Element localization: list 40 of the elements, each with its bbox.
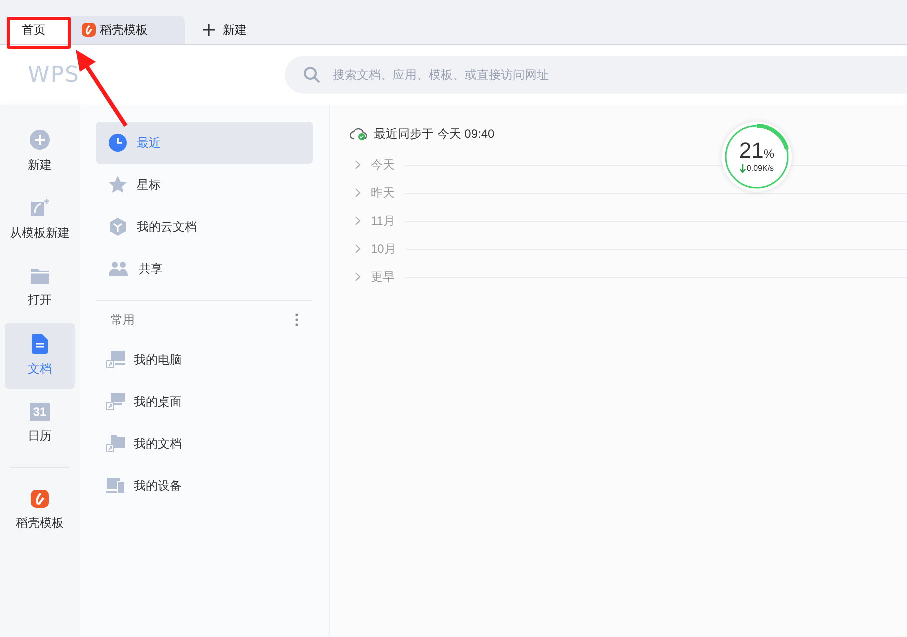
tab[interactable]: 稻壳模板 [70, 16, 185, 44]
nav-item[interactable]: 共享 [96, 248, 313, 290]
search-field[interactable]: 搜索文档、应用、模板、或直接访问网址 [285, 56, 907, 94]
folder-shortcut-icon [106, 435, 126, 453]
nav-item[interactable]: 我的桌面 [96, 381, 313, 423]
nav-item[interactable]: 我的电脑 [96, 339, 313, 381]
annotation-box [7, 17, 71, 49]
monitor-shortcut-icon [106, 351, 126, 369]
new-tab-button[interactable]: 新建 [203, 16, 247, 44]
cloud-check-icon [350, 127, 368, 141]
search-icon [303, 66, 321, 84]
devices-icon [106, 478, 126, 494]
people-icon [109, 261, 129, 277]
speed-value: 0.09K/s [746, 162, 774, 174]
star-icon [109, 176, 127, 194]
nav-item[interactable]: 我的云文档 [96, 206, 313, 248]
clock-icon [109, 134, 127, 152]
sidebar-item[interactable]: 从模板新建 [5, 187, 75, 253]
calendar-icon: 31 [30, 403, 50, 421]
desktop-shortcut-icon [106, 393, 126, 411]
more-icon [295, 313, 299, 327]
sync-status: 最近同步于 今天 09:40 [374, 126, 495, 143]
plus-circle-icon [30, 130, 50, 150]
sidebar-item[interactable]: 新建 [5, 119, 75, 185]
percent-value: 21 [739, 140, 764, 162]
nav-item[interactable]: 我的设备 [96, 465, 313, 507]
percent-unit: % [764, 146, 775, 162]
nav-item[interactable]: 我的文档 [96, 423, 313, 465]
plus-icon [203, 24, 215, 36]
folder-icon [30, 267, 50, 285]
wps-logo: WPS [28, 62, 80, 88]
sidebar-item[interactable]: 打开 [5, 255, 75, 321]
section-heading: 常用 [111, 312, 135, 329]
nav-item[interactable]: 星标 [96, 164, 313, 206]
document-icon [32, 334, 48, 354]
sidebar-item[interactable]: 31 日历 [5, 391, 75, 457]
cube-icon [109, 218, 127, 236]
down-arrow-icon [740, 164, 746, 173]
sidebar-item[interactable]: 稻壳模板 [5, 478, 75, 544]
search-input[interactable]: 搜索文档、应用、模板、或直接访问网址 [333, 66, 907, 84]
